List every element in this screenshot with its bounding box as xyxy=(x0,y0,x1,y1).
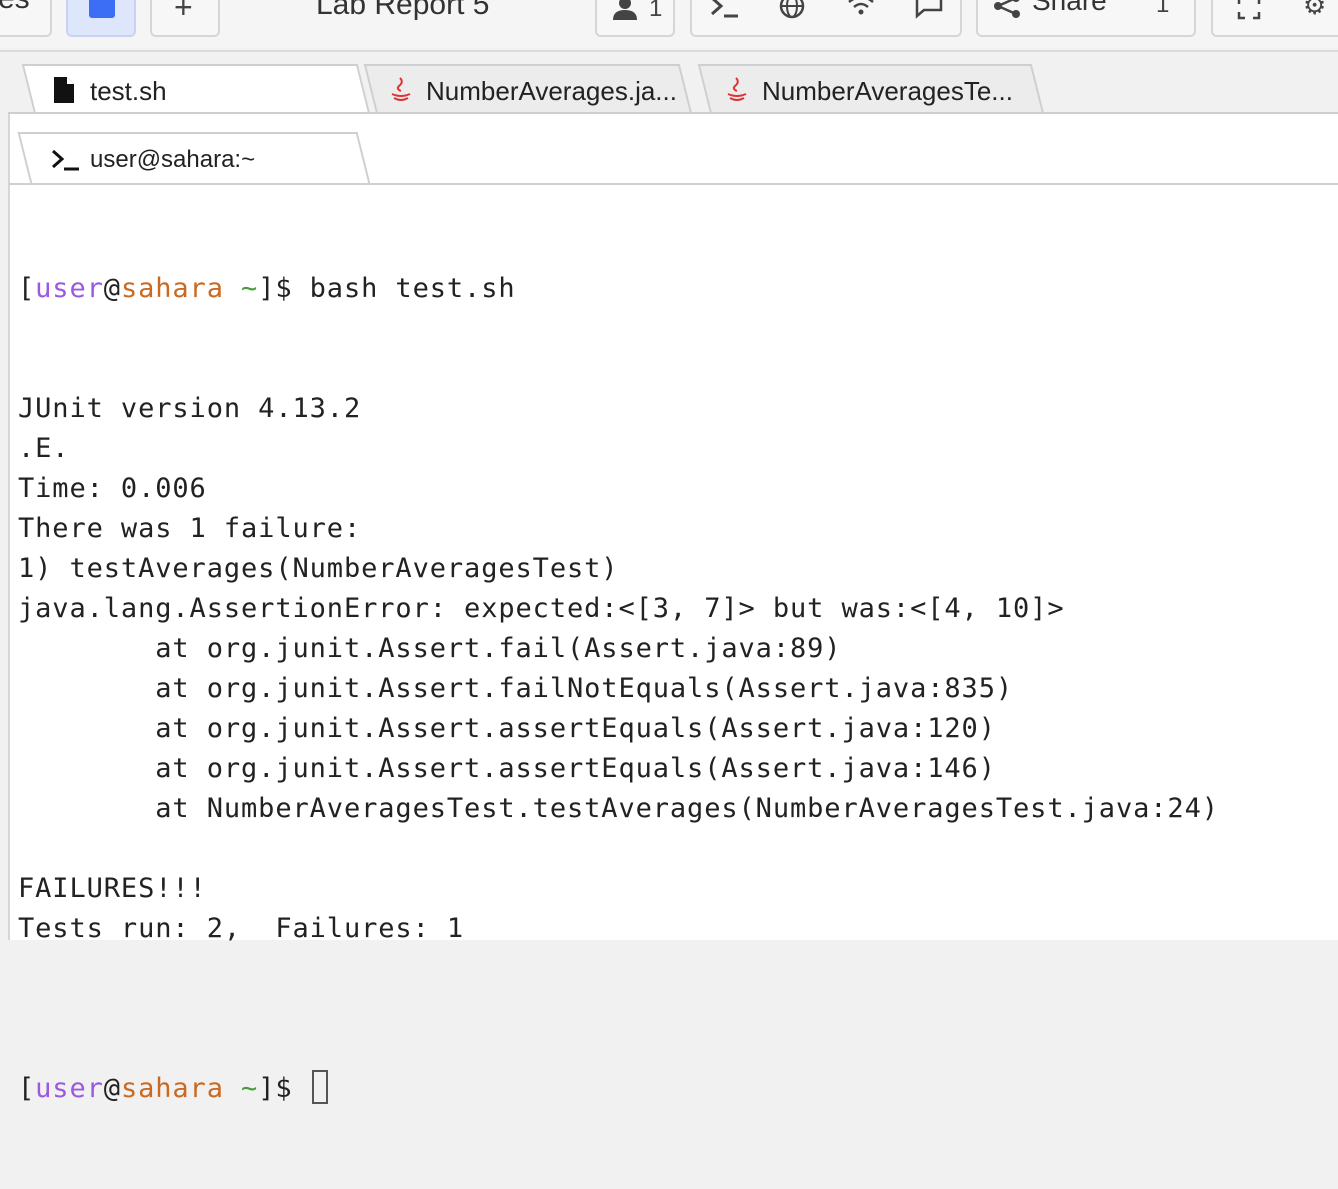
output-line: FAILURES!!! xyxy=(18,873,207,904)
top-toolbar: es + Lab Report 5 1 Share 1 xyxy=(0,0,1338,48)
prompt-line-current: [user@sahara ~]$ xyxy=(18,1069,1219,1109)
share-label: Share xyxy=(1032,0,1107,16)
output-line: at org.junit.Assert.assertEquals(Assert.… xyxy=(18,713,996,744)
terminal-output: [user@sahara ~]$ bash test.sh JUnit vers… xyxy=(18,189,1219,1189)
typed-command: bash test.sh xyxy=(309,273,516,304)
users-count: 1 xyxy=(649,0,663,22)
branch-count: 1 xyxy=(1156,0,1170,18)
terminal-icon[interactable] xyxy=(708,0,742,24)
output-line: .E. xyxy=(18,433,70,464)
user-icon xyxy=(611,0,639,20)
tab-numberaverages-java[interactable]: NumberAverages.ja... xyxy=(363,64,693,114)
command-output: JUnit version 4.13.2 .E. Time: 0.006 There … xyxy=(18,389,1219,989)
prompt-at: @ xyxy=(103,1073,121,1104)
output-line: There was 1 failure: xyxy=(18,513,362,544)
share-button[interactable]: Share 1 xyxy=(976,0,1196,37)
terminal-prompt-icon xyxy=(50,148,82,176)
prompt-tilde: ~ xyxy=(241,273,259,304)
prompt-user: user xyxy=(35,273,104,304)
add-button[interactable]: + xyxy=(150,0,220,37)
prompt-line: [user@sahara ~]$ bash test.sh xyxy=(18,273,516,304)
chat-icon[interactable] xyxy=(914,0,944,24)
files-panel-label: es xyxy=(0,0,30,14)
java-icon xyxy=(724,76,750,108)
users-button[interactable]: 1 xyxy=(595,0,675,37)
prompt-host: sahara xyxy=(120,273,224,304)
fullscreen-icon[interactable] xyxy=(1237,0,1261,24)
output-line: at org.junit.Assert.assertEquals(Assert.… xyxy=(18,753,996,784)
files-panel-button[interactable]: es xyxy=(0,0,52,37)
prompt-at: @ xyxy=(103,273,121,304)
file-icon xyxy=(52,76,76,108)
java-icon xyxy=(388,76,414,108)
tab-terminal[interactable]: user@sahara:~ xyxy=(17,132,371,184)
files-icon-button[interactable] xyxy=(66,0,136,37)
prompt-user: user xyxy=(35,1073,104,1104)
output-line: at org.junit.Assert.failNotEquals(Assert… xyxy=(18,673,1014,704)
tab-label: test.sh xyxy=(90,76,167,106)
output-line: Time: 0.006 xyxy=(18,473,207,504)
share-icon xyxy=(992,0,1022,24)
text-cursor xyxy=(311,1070,328,1104)
prompt-host: sahara xyxy=(120,1073,224,1104)
settings-icon[interactable]: ⚙ xyxy=(1303,0,1326,18)
tab-label: NumberAverages.ja... xyxy=(426,76,677,106)
prompt-tilde: ~ xyxy=(241,1073,259,1104)
output-line: java.lang.AssertionError: expected:<[3, … xyxy=(18,593,1065,624)
project-title: Lab Report 5 xyxy=(316,0,490,21)
terminal-pane[interactable]: [user@sahara ~]$ bash test.sh JUnit vers… xyxy=(10,185,1338,1104)
plus-icon: + xyxy=(174,0,193,25)
view-controls: ⚙ xyxy=(1211,0,1338,37)
globe-icon[interactable] xyxy=(778,0,806,24)
output-line: 1) testAverages(NumberAveragesTest) xyxy=(18,553,619,584)
tab-label: NumberAveragesTe... xyxy=(762,76,1013,106)
tools-button-group xyxy=(690,0,962,37)
output-line: at org.junit.Assert.fail(Assert.java:89) xyxy=(18,633,842,664)
wifi-icon[interactable] xyxy=(846,0,876,24)
output-line: Tests run: 2, Failures: 1 xyxy=(18,913,465,944)
tab-test-sh[interactable]: test.sh xyxy=(21,64,371,114)
terminal-tab-label: user@sahara:~ xyxy=(90,146,256,173)
tab-numberaveragestest-java[interactable]: NumberAveragesTe... xyxy=(697,64,1045,114)
files-icon xyxy=(89,0,115,18)
output-line: at NumberAveragesTest.testAverages(Numbe… xyxy=(18,793,1219,824)
output-line: JUnit version 4.13.2 xyxy=(18,393,362,424)
file-tab-bar: test.sh NumberAverages.ja... NumberAvera… xyxy=(0,52,1338,114)
